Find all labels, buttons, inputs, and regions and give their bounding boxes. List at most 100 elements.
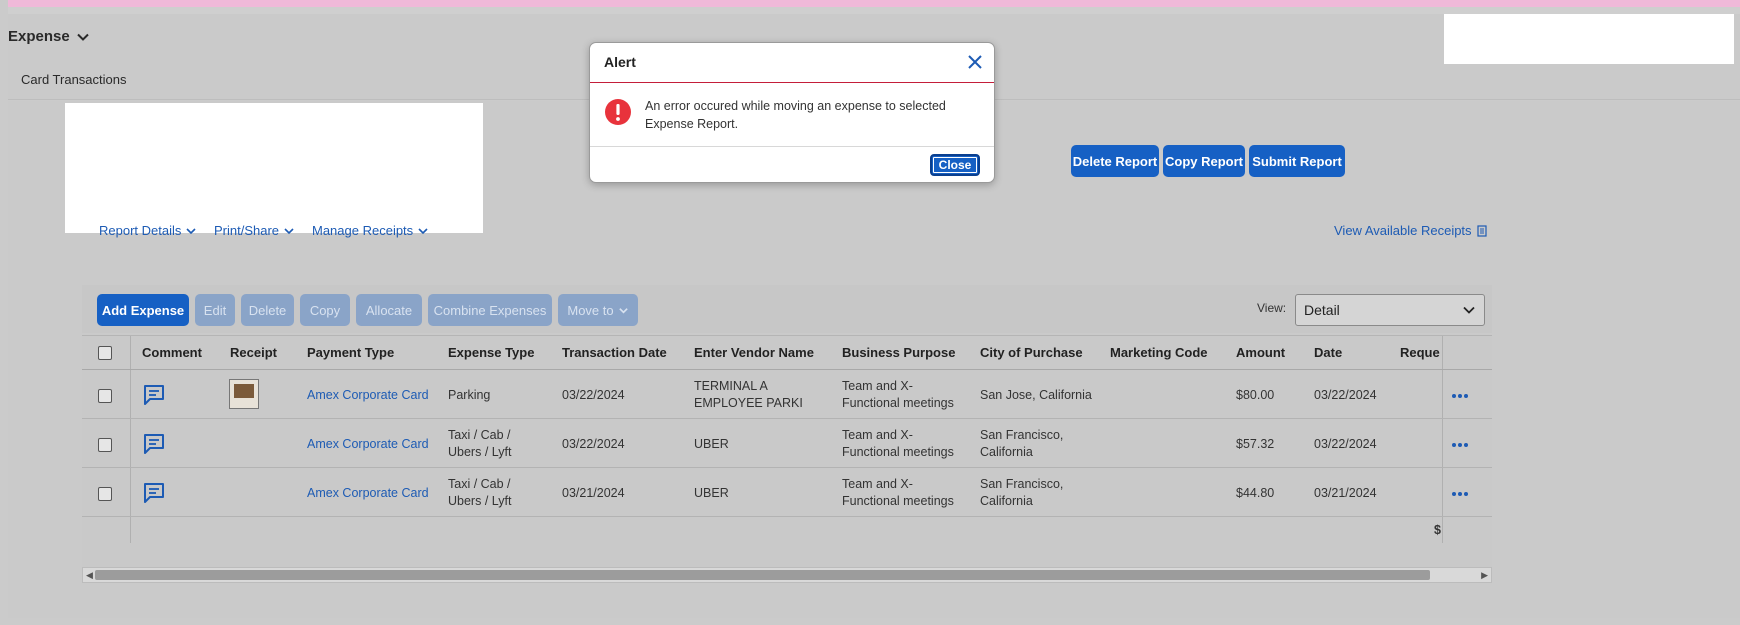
vendor-name: UBER bbox=[694, 437, 729, 451]
scrollbar-thumb[interactable] bbox=[95, 570, 1430, 580]
col-marketing-code[interactable]: Marketing Code bbox=[1110, 345, 1208, 360]
col-request[interactable]: Reque bbox=[1400, 345, 1440, 360]
redacted-area bbox=[1444, 14, 1734, 64]
date: 03/21/2024 bbox=[1314, 486, 1377, 500]
alert-footer: Close bbox=[590, 147, 994, 182]
chevron-down-icon bbox=[284, 227, 294, 234]
chevron-down-icon bbox=[186, 227, 196, 234]
grid-footer: $ bbox=[82, 516, 1492, 544]
payment-type-link[interactable]: Amex Corporate Card bbox=[307, 485, 429, 502]
col-business-purpose[interactable]: Business Purpose bbox=[842, 345, 955, 360]
top-accent-bar bbox=[8, 0, 1740, 14]
copy-report-button[interactable]: Copy Report bbox=[1163, 145, 1245, 177]
col-expense-type[interactable]: Expense Type bbox=[448, 345, 534, 360]
col-amount[interactable]: Amount bbox=[1236, 345, 1285, 360]
alert-dialog: Alert An error occured while moving an e… bbox=[589, 42, 995, 183]
table-row[interactable]: Amex Corporate Card Taxi / Cab / Ubers /… bbox=[82, 420, 1492, 468]
col-payment-type[interactable]: Payment Type bbox=[307, 345, 394, 360]
comment-icon[interactable] bbox=[142, 383, 166, 407]
edit-button[interactable]: Edit bbox=[195, 294, 235, 326]
table-row[interactable]: Amex Corporate Card Taxi / Cab / Ubers /… bbox=[82, 469, 1492, 517]
manage-receipts-label: Manage Receipts bbox=[312, 223, 414, 238]
amount: $44.80 bbox=[1236, 486, 1275, 500]
city-of-purchase: San Francisco, California bbox=[980, 428, 1064, 459]
close-button[interactable]: Close bbox=[930, 154, 980, 176]
receipt-icon bbox=[1476, 224, 1487, 237]
date: 03/22/2024 bbox=[1314, 437, 1377, 451]
row-checkbox[interactable] bbox=[98, 438, 112, 452]
delete-button[interactable]: Delete bbox=[241, 294, 294, 326]
transaction-date: 03/22/2024 bbox=[562, 437, 625, 451]
expense-type: Parking bbox=[448, 388, 491, 402]
grid-header: Comment Receipt Payment Type Expense Typ… bbox=[82, 336, 1492, 370]
comment-icon[interactable] bbox=[142, 481, 166, 505]
footer-total-partial: $ bbox=[1434, 523, 1441, 537]
print-share-label: Print/Share bbox=[214, 223, 280, 238]
vendor-name: UBER bbox=[694, 486, 729, 500]
amount: $80.00 bbox=[1236, 388, 1275, 402]
alert-body: An error occured while moving an expense… bbox=[590, 83, 994, 147]
more-options-icon[interactable] bbox=[1450, 489, 1470, 499]
view-select-value: Detail bbox=[1304, 302, 1340, 318]
payment-type-link[interactable]: Amex Corporate Card bbox=[307, 387, 429, 404]
view-available-receipts-link[interactable]: View Available Receipts bbox=[1334, 223, 1488, 238]
expense-toolbar: Add Expense Edit Delete Copy Allocate Co… bbox=[82, 285, 1492, 333]
close-icon[interactable] bbox=[966, 53, 984, 71]
view-receipts-label: View Available Receipts bbox=[1334, 223, 1472, 238]
business-purpose: Team and X-Functional meetings bbox=[842, 379, 954, 410]
scroll-right-icon[interactable]: ▶ bbox=[1481, 570, 1488, 581]
app-menu[interactable]: Expense bbox=[8, 28, 90, 45]
error-icon bbox=[605, 99, 631, 125]
transaction-date: 03/21/2024 bbox=[562, 486, 625, 500]
allocate-button[interactable]: Allocate bbox=[356, 294, 422, 326]
report-details-label: Report Details bbox=[99, 223, 182, 238]
expense-type: Taxi / Cab / Ubers / Lyft bbox=[448, 477, 512, 508]
view-select[interactable]: Detail bbox=[1295, 294, 1485, 326]
transaction-date: 03/22/2024 bbox=[562, 388, 625, 402]
alert-title: Alert bbox=[604, 54, 636, 70]
amount: $57.32 bbox=[1236, 437, 1275, 451]
more-options-icon[interactable] bbox=[1450, 391, 1470, 401]
receipt-thumbnail[interactable] bbox=[229, 379, 259, 409]
comment-icon[interactable] bbox=[142, 432, 166, 456]
copy-button[interactable]: Copy bbox=[300, 294, 350, 326]
col-comment[interactable]: Comment bbox=[142, 345, 202, 360]
chevron-down-icon bbox=[418, 227, 428, 234]
manage-receipts-menu[interactable]: Manage Receipts bbox=[312, 223, 429, 238]
combine-expenses-button[interactable]: Combine Expenses bbox=[428, 294, 552, 326]
horizontal-scrollbar[interactable]: ◀ ▶ bbox=[82, 567, 1492, 583]
city-of-purchase: San Francisco, California bbox=[980, 477, 1064, 508]
more-options-icon[interactable] bbox=[1450, 440, 1470, 450]
move-to-menu[interactable]: Move to bbox=[558, 294, 638, 326]
add-expense-button[interactable]: Add Expense bbox=[97, 294, 189, 326]
alert-message: An error occured while moving an expense… bbox=[645, 99, 946, 131]
payment-type-link[interactable]: Amex Corporate Card bbox=[307, 436, 429, 453]
business-purpose: Team and X-Functional meetings bbox=[842, 428, 954, 459]
row-checkbox[interactable] bbox=[98, 487, 112, 501]
col-vendor-name[interactable]: Enter Vendor Name bbox=[694, 345, 814, 360]
app-title: Expense bbox=[8, 28, 70, 45]
expense-type: Taxi / Cab / Ubers / Lyft bbox=[448, 428, 512, 459]
delete-report-button[interactable]: Delete Report bbox=[1071, 145, 1159, 177]
vendor-name: TERMINAL A EMPLOYEE PARKI bbox=[694, 379, 803, 410]
col-city-of-purchase[interactable]: City of Purchase bbox=[980, 345, 1083, 360]
select-all-checkbox[interactable] bbox=[98, 346, 112, 360]
city-of-purchase: San Jose, California bbox=[980, 388, 1092, 402]
report-details-menu[interactable]: Report Details bbox=[99, 223, 197, 238]
print-share-menu[interactable]: Print/Share bbox=[214, 223, 295, 238]
subnav-card-transactions[interactable]: Card Transactions bbox=[21, 72, 127, 87]
col-transaction-date[interactable]: Transaction Date bbox=[562, 345, 667, 360]
col-receipt[interactable]: Receipt bbox=[230, 345, 277, 360]
table-row[interactable]: Amex Corporate Card Parking 03/22/2024 T… bbox=[82, 371, 1492, 419]
business-purpose: Team and X-Functional meetings bbox=[842, 477, 954, 508]
date: 03/22/2024 bbox=[1314, 388, 1377, 402]
chevron-down-icon bbox=[618, 307, 628, 314]
submit-report-button[interactable]: Submit Report bbox=[1249, 145, 1345, 177]
expense-grid: Comment Receipt Payment Type Expense Typ… bbox=[82, 335, 1492, 578]
move-to-label: Move to bbox=[567, 302, 614, 318]
scroll-left-icon[interactable]: ◀ bbox=[86, 570, 93, 581]
view-label: View: bbox=[1257, 301, 1287, 315]
chevron-down-icon bbox=[1463, 306, 1475, 314]
col-date[interactable]: Date bbox=[1314, 345, 1342, 360]
row-checkbox[interactable] bbox=[98, 389, 112, 403]
